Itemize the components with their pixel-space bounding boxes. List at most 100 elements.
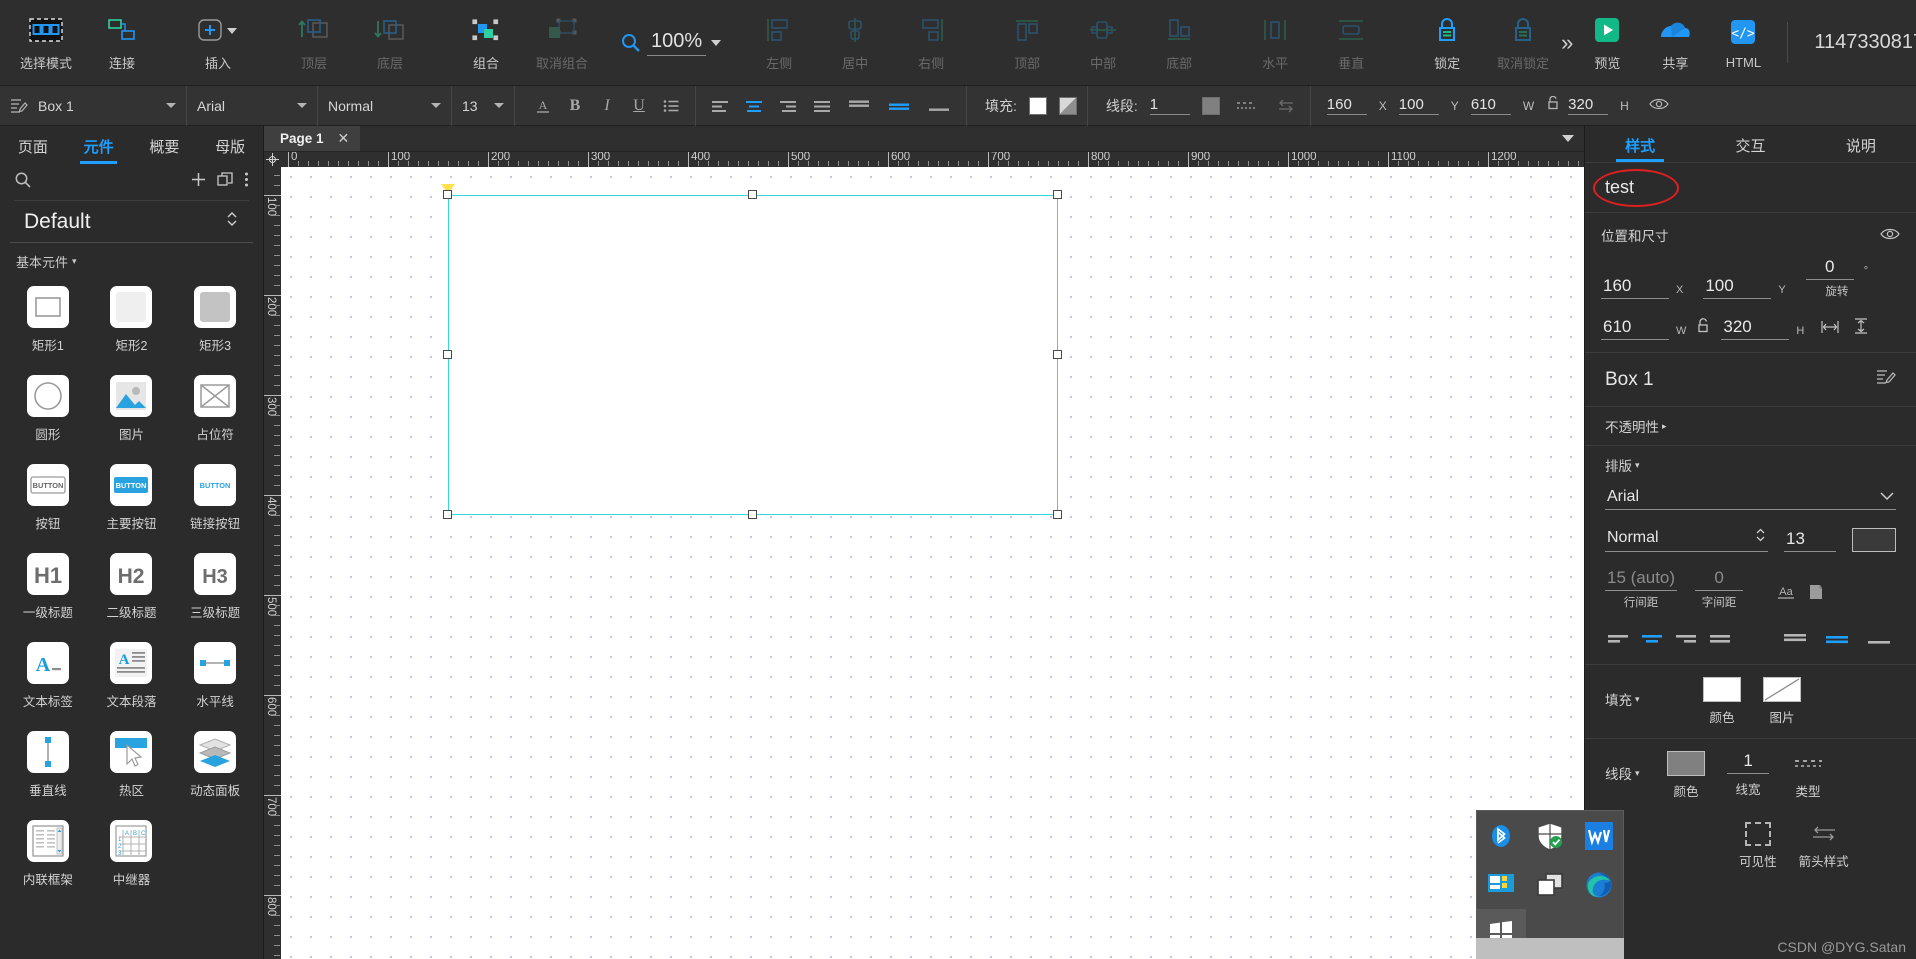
widget-ellipse[interactable]: 圆形: [6, 366, 90, 455]
align-justify-button[interactable]: [1707, 628, 1733, 650]
toolbar-distribute-horizontal[interactable]: 水平: [1237, 0, 1313, 85]
font-size-input[interactable]: 13: [1784, 529, 1836, 552]
toolbar-insert[interactable]: 插入: [180, 0, 256, 85]
bullet-list-button[interactable]: [657, 92, 685, 120]
widget-heading-2[interactable]: H2 二级标题: [90, 544, 174, 633]
toolbar-align-right[interactable]: 右侧: [893, 0, 969, 85]
fill-image-control[interactable]: 图片: [1763, 677, 1801, 726]
toolbar-align-bottom[interactable]: 底部: [1141, 0, 1217, 85]
dashed-line-icon[interactable]: [1232, 92, 1260, 120]
tab-libraries[interactable]: 元件: [66, 136, 132, 164]
align-left-button[interactable]: [706, 92, 734, 120]
design-canvas[interactable]: [281, 167, 1584, 959]
bluetooth-icon[interactable]: [1477, 811, 1526, 860]
widget-primary-button[interactable]: BUTTON 主要按钮: [90, 455, 174, 544]
align-justify-button[interactable]: [808, 92, 836, 120]
font-family-select[interactable]: Arial: [1605, 485, 1896, 510]
resize-handle[interactable]: [443, 510, 452, 519]
opacity-section[interactable]: 不透明性 ▸: [1585, 406, 1916, 445]
resize-handle[interactable]: [1053, 510, 1062, 519]
widget-button[interactable]: BUTTON 按钮: [6, 455, 90, 544]
toolbar-unlock[interactable]: 取消锁定: [1485, 0, 1561, 85]
rotation-input[interactable]: 0: [1805, 257, 1854, 280]
toolbar-preview[interactable]: 预览: [1573, 0, 1641, 85]
bold-button[interactable]: B: [561, 92, 589, 120]
display-settings-icon[interactable]: [1477, 860, 1526, 909]
resize-handle[interactable]: [443, 190, 452, 199]
library-selector[interactable]: Default: [10, 201, 253, 243]
toolbar-align-top[interactable]: 顶部: [989, 0, 1065, 85]
line-color-swatch[interactable]: [1201, 96, 1220, 115]
letter-spacing-input[interactable]: 0: [1695, 568, 1744, 591]
stack-icon[interactable]: [217, 171, 234, 193]
line-visibility-control[interactable]: 可见性: [1739, 822, 1777, 870]
widget-vertical-line[interactable]: 垂直线: [6, 722, 90, 811]
toolbar-connect[interactable]: 连接: [84, 0, 160, 85]
h-input[interactable]: 320: [1568, 96, 1609, 115]
vertical-ruler[interactable]: 100200300400500600700800900: [264, 167, 281, 959]
resize-handle[interactable]: [443, 350, 452, 359]
fill-image-swatch[interactable]: [1763, 677, 1801, 702]
toolbar-share[interactable]: 共享: [1641, 0, 1709, 85]
fill-header[interactable]: 填充 ▾: [1605, 677, 1703, 709]
widget-inline-frame[interactable]: 内联框架: [6, 811, 90, 900]
resize-handle[interactable]: [748, 190, 757, 199]
search-icon[interactable]: [14, 171, 32, 194]
underline-button[interactable]: U: [625, 92, 653, 120]
line-width-input[interactable]: 1: [1149, 96, 1190, 115]
eye-icon[interactable]: [1880, 227, 1900, 244]
widget-image[interactable]: 图片: [90, 366, 174, 455]
widget-heading-3[interactable]: H3 三级标题: [173, 544, 257, 633]
valign-bottom-button[interactable]: [922, 92, 956, 120]
widget-text-paragraph[interactable]: A 文本段落: [90, 633, 174, 722]
wps-icon[interactable]: [1574, 811, 1623, 860]
align-center-button[interactable]: [1639, 628, 1665, 650]
lock-open-small-icon[interactable]: [1546, 95, 1560, 115]
resize-handle[interactable]: [1053, 350, 1062, 359]
y-input[interactable]: 100: [1398, 96, 1439, 115]
valign-middle-button[interactable]: [1820, 628, 1854, 650]
widget-link-button[interactable]: BUTTON 链接按钮: [173, 455, 257, 544]
windows-security-icon[interactable]: [1526, 811, 1575, 860]
window-switch-icon[interactable]: [1526, 860, 1575, 909]
toolbar-align-left[interactable]: 左侧: [741, 0, 817, 85]
widget-placeholder[interactable]: 占位符: [173, 366, 257, 455]
x-input[interactable]: 160: [1601, 276, 1669, 299]
line-color-swatch[interactable]: [1667, 751, 1706, 776]
line-width-input[interactable]: 1: [1727, 751, 1770, 774]
widget-heading-1[interactable]: H1 一级标题: [6, 544, 90, 633]
opacity-header[interactable]: 不透明性 ▸: [1605, 416, 1896, 436]
plus-icon[interactable]: [190, 171, 207, 193]
line-color-control[interactable]: 颜色: [1667, 751, 1706, 800]
align-center-button[interactable]: [740, 92, 768, 120]
fill-color-control[interactable]: 颜色: [1703, 677, 1741, 726]
tab-masters[interactable]: 母版: [197, 136, 263, 164]
tab-outline[interactable]: 概要: [132, 136, 198, 164]
fit-width-icon[interactable]: [1820, 319, 1840, 340]
ruler-origin-button[interactable]: [264, 152, 281, 167]
fit-height-icon[interactable]: [1852, 317, 1870, 340]
line-type-control[interactable]: 类型: [1791, 751, 1825, 800]
widget-dynamic-panel[interactable]: 动态面板: [173, 722, 257, 811]
align-left-button[interactable]: [1605, 628, 1631, 650]
kebab-menu-icon[interactable]: [244, 171, 249, 193]
line-width-control[interactable]: 1 线宽: [1727, 751, 1770, 800]
tab-interactions[interactable]: 交互: [1695, 135, 1805, 162]
text-case-icon[interactable]: Aa: [1775, 583, 1797, 606]
widget-rectangle-3[interactable]: 矩形3: [173, 277, 257, 366]
y-input[interactable]: 100: [1703, 276, 1772, 299]
page-tab-page-1[interactable]: Page 1 ✕: [264, 126, 361, 151]
close-icon[interactable]: ✕: [338, 130, 350, 147]
font-weight-select[interactable]: Normal: [1605, 524, 1768, 552]
toolbar-zoom-control[interactable]: 100%: [620, 0, 722, 85]
toolbar-select-mode[interactable]: 选择模式: [8, 0, 84, 85]
w-input[interactable]: 610: [1601, 317, 1669, 340]
fill-color-swatch[interactable]: [1028, 96, 1047, 115]
valign-bottom-button[interactable]: [1862, 628, 1896, 650]
toolbar-html[interactable]: </> HTML: [1709, 0, 1777, 85]
widget-rectangle-1[interactable]: 矩形1: [6, 277, 90, 366]
tab-notes[interactable]: 说明: [1806, 135, 1916, 162]
widget-repeater[interactable]: ABC123 中继器: [90, 811, 174, 900]
selected-shape-box-1[interactable]: [448, 195, 1058, 515]
x-input[interactable]: 160: [1326, 96, 1367, 115]
